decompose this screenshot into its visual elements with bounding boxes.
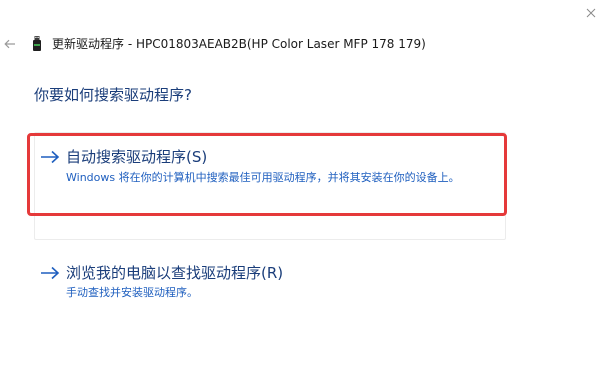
option-description: Windows 将在你的计算机中搜索最佳可用驱动程序，并将其安装在你的设备上。 [66,171,460,184]
option-description: 手动查找并安装驱动程序。 [66,286,198,299]
option-title: 浏览我的电脑以查找驱动程序(R) [66,264,284,282]
search-automatically-option[interactable]: 自动搜索驱动程序(S) Windows 将在你的计算机中搜索最佳可用驱动程序，并… [27,132,507,240]
option-title-row: 自动搜索驱动程序(S) [40,146,207,167]
back-button[interactable] [2,34,18,54]
close-button[interactable] [580,2,602,24]
usb-device-icon [33,36,41,51]
update-driver-window: 更新驱动程序 - HPC01803AEAB2B(HP Color Laser M… [0,0,606,380]
option-title-row: 浏览我的电脑以查找驱动程序(R) [40,262,283,283]
arrow-right-icon [41,266,60,279]
page-question: 你要如何搜索驱动程序? [34,86,192,104]
back-arrow-icon [4,39,15,49]
option-title: 自动搜索驱动程序(S) [66,148,208,166]
browse-computer-option[interactable]: 浏览我的电脑以查找驱动程序(R) 手动查找并安装驱动程序。 [34,258,506,306]
window-title: 更新驱动程序 - HPC01803AEAB2B(HP Color Laser M… [52,37,426,51]
close-icon [586,8,596,18]
arrow-right-icon [41,150,60,163]
